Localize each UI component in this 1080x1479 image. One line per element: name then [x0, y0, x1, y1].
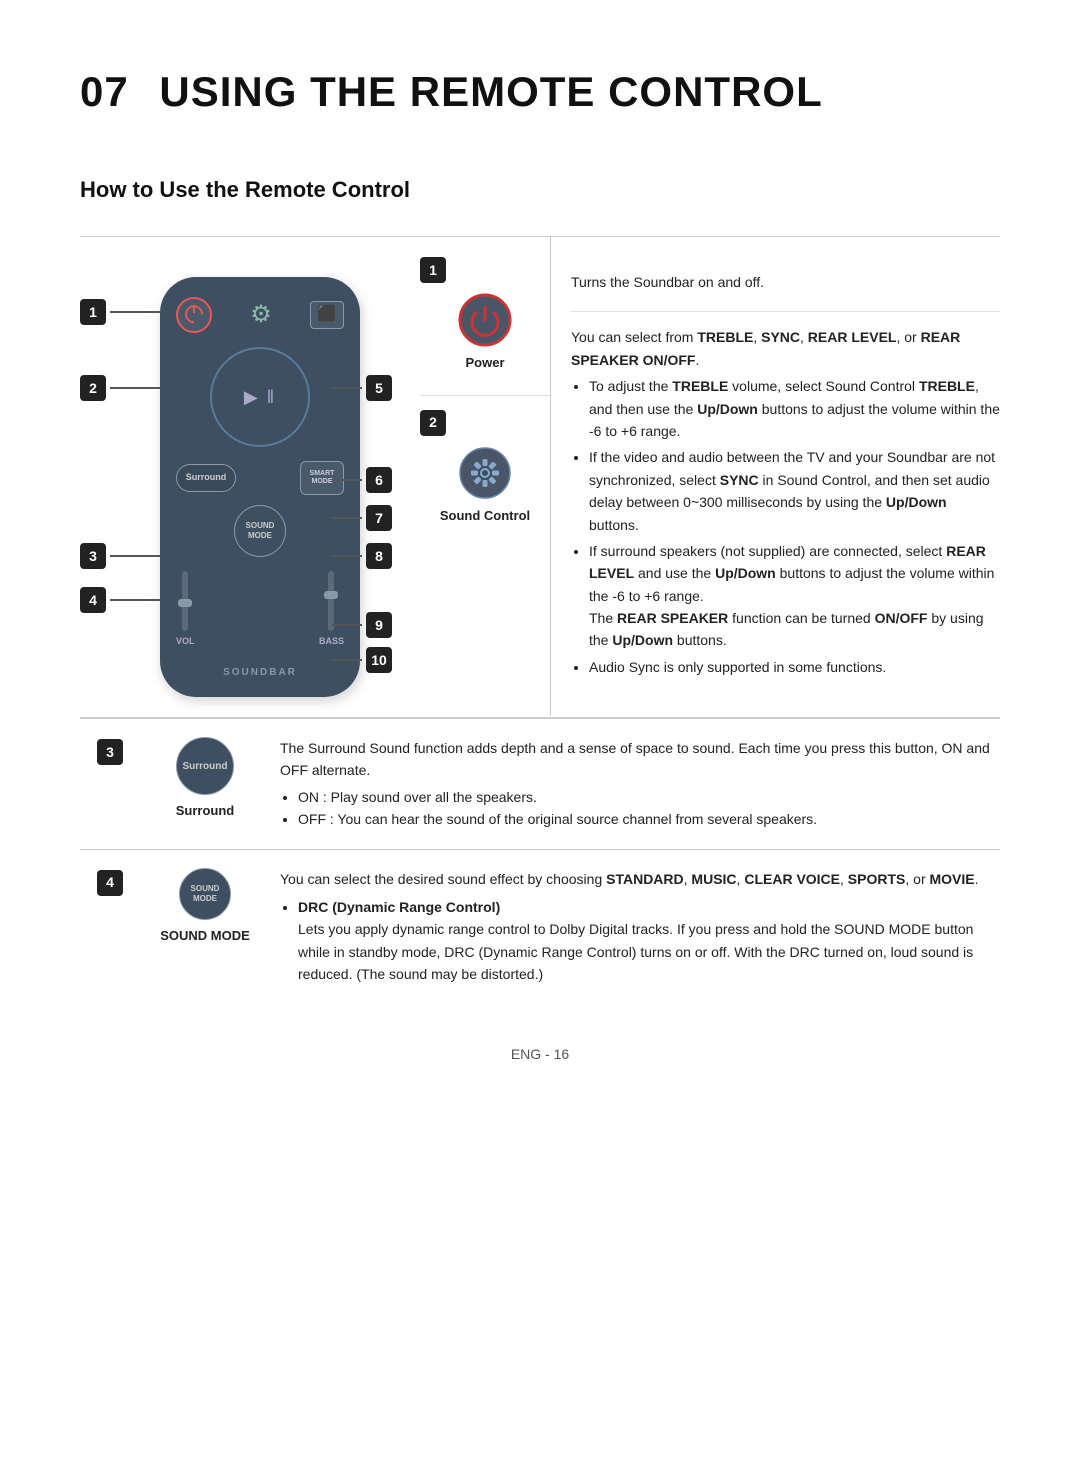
power-icon [458, 293, 512, 347]
remote-circle-nav [210, 347, 310, 447]
row-surround: 3 Surround Surround The Surround Sound f… [80, 719, 1000, 850]
remote-label-4: 4 [80, 587, 160, 613]
row-soundmode: 4 SOUND MODE SOUND MODE You can select t… [80, 850, 1000, 1004]
bottom-rows: 3 Surround Surround The Surround Sound f… [80, 718, 1000, 1004]
remote-label-1: 1 [80, 299, 160, 325]
remote-label-10: 10 [332, 647, 392, 673]
description-column: Turns the Soundbar on and off. You can s… [550, 237, 1000, 716]
remote-label-9: 9 [332, 612, 392, 638]
badge-2: 2 [420, 410, 446, 436]
sound-control-label: Sound Control [440, 506, 530, 526]
power-icon-box: Power [458, 293, 512, 373]
remote-input-button: ⬛ [310, 301, 344, 329]
sound-control-icon [458, 446, 512, 500]
surround-icon: Surround [176, 737, 234, 795]
row-icon-soundmode: SOUND MODE SOUND MODE [140, 868, 270, 946]
soundmode-icon-label: SOUND MODE [160, 926, 250, 946]
remote-label-8: 8 [332, 543, 392, 569]
section-heading: How to Use the Remote Control [80, 173, 1000, 206]
remote-soundbar-label: SOUNDBAR [223, 665, 297, 680]
page-title: 07 USING THE REMOTE CONTROL [80, 60, 1000, 123]
remote-label-2: 2 [80, 375, 160, 401]
surround-icon-label: Surround [176, 801, 235, 821]
row-badge-4: 4 [80, 868, 140, 896]
remote-power-button [176, 297, 212, 333]
remote-vol-slider: VOL [176, 571, 195, 649]
remote-gear-button: ⚙ [244, 298, 278, 332]
desc-power: Turns the Soundbar on and off. [571, 257, 1000, 312]
remote-label-3: 3 [80, 543, 160, 569]
row-icon-surround: Surround Surround [140, 737, 270, 821]
remote-soundmode-button: SOUNDMODE [234, 505, 286, 557]
row-desc-surround: The Surround Sound function adds depth a… [270, 737, 1000, 831]
desc-sound-control: You can select from TREBLE, SYNC, REAR L… [571, 312, 1000, 696]
badge-1: 1 [420, 257, 446, 283]
row-desc-soundmode: You can select the desired sound effect … [270, 868, 1000, 986]
remote-label-7: 7 [332, 505, 392, 531]
remote-surround-button: Surround [176, 464, 236, 492]
remote-label-5: 5 [332, 375, 392, 401]
icon-column: 1 Power 2 [420, 237, 550, 533]
page-number: ENG - 16 [80, 1044, 1000, 1065]
sound-control-icon-box: Sound Control [440, 446, 530, 526]
remote-label-6: 6 [332, 467, 392, 493]
soundmode-icon: SOUND MODE [179, 868, 231, 920]
row-badge-3: 3 [80, 737, 140, 765]
power-label: Power [465, 353, 504, 373]
remote-diagram: ⚙ ⬛ Surround SMARTMODE [80, 237, 420, 717]
